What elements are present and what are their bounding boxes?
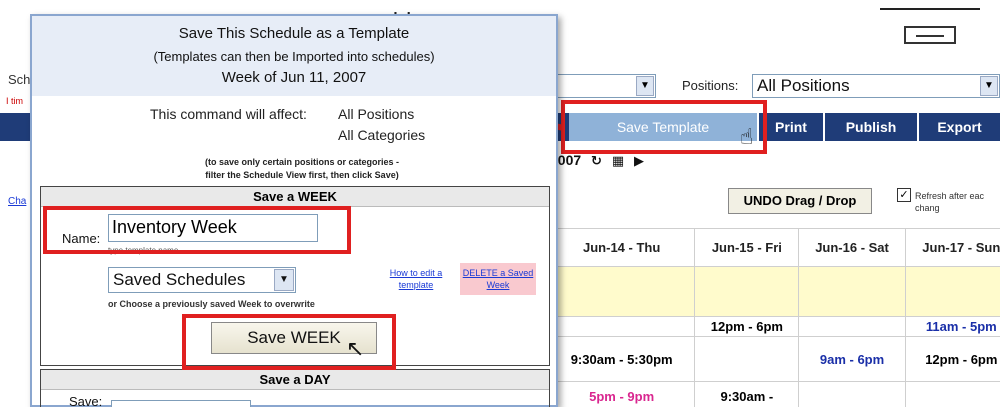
grid-cell[interactable] <box>904 266 1000 317</box>
affect-label: This command will affect: <box>150 106 307 122</box>
grid-cell[interactable] <box>798 266 906 317</box>
column-header: Jun-16 - Sat <box>798 228 906 267</box>
affect-positions: All Positions <box>338 106 415 122</box>
highlight-box <box>43 206 351 254</box>
shift-cell[interactable]: 9:30am - <box>694 381 800 407</box>
positions-select[interactable]: All Positions ▼ <box>752 74 1000 98</box>
grid-cell[interactable] <box>694 266 800 317</box>
grid-cell[interactable] <box>547 266 696 317</box>
dialog-week-of: Week of Jun 11, 2007 <box>221 69 367 86</box>
shift-cell[interactable]: 9:30am - 5:30pm <box>547 336 696 382</box>
schedule-grid: Jun-14 - Thu Jun-15 - Fri Jun-16 - Sat J… <box>547 228 1000 407</box>
date-navigation: 2007 ↻ ▦ ▶ <box>550 152 644 169</box>
saved-schedules-value: Saved Schedules <box>113 270 246 289</box>
top-border-line <box>880 8 980 10</box>
saved-schedules-select[interactable]: Saved Schedules ▼ <box>108 267 296 293</box>
save-day-label: Save: <box>69 394 103 407</box>
undo-drag-drop-button[interactable]: UNDO Drag / Drop <box>728 188 872 214</box>
shift-cell[interactable] <box>547 316 696 337</box>
save-day-select[interactable] <box>111 400 251 407</box>
column-header: Jun-15 - Fri <box>694 228 800 267</box>
highlight-box <box>561 100 767 154</box>
shift-cell[interactable] <box>904 381 1000 407</box>
chevron-down-icon: ▼ <box>274 269 294 291</box>
schedule-label-stub: Sch <box>8 72 31 87</box>
shift-cell[interactable] <box>694 336 800 382</box>
shift-cell[interactable]: 12pm - 6pm <box>694 316 800 337</box>
dialog-title: Save This Schedule as a Template <box>178 25 410 42</box>
affect-categories: All Categories <box>338 127 426 143</box>
dialog-subtitle: (Templates can then be Imported into sch… <box>153 49 435 64</box>
how-to-edit-link[interactable]: How to edit a template <box>384 267 448 291</box>
delete-saved-week-link[interactable]: DELETE a Saved Week <box>460 263 536 295</box>
shift-cell[interactable]: 5pm - 9pm <box>547 381 696 407</box>
positions-select-value: All Positions <box>757 76 850 95</box>
arrow-cursor-icon: ↖ <box>346 336 365 361</box>
filter-note-line: (to save only certain positions or categ… <box>204 157 400 167</box>
document-icon[interactable] <box>904 26 956 44</box>
column-header: Jun-17 - Sun <box>904 228 1000 267</box>
filter-note: (to save only certain positions or categ… <box>92 156 512 182</box>
column-header: Jun-14 - Thu <box>547 228 696 267</box>
refresh-checkbox-label: Refresh after eac chang <box>915 191 985 213</box>
positions-label: Positions: <box>682 78 739 93</box>
warning-stub: I tim <box>6 96 23 106</box>
save-week-heading: Save a WEEK <box>41 187 549 207</box>
shift-cell[interactable]: 12pm - 6pm <box>904 336 1000 382</box>
calendar-icon[interactable]: ▦ <box>612 153 624 169</box>
dialog-header: Save This Schedule as a Template (Templa… <box>32 16 556 96</box>
publish-button[interactable]: Publish <box>823 113 917 141</box>
schedule-select[interactable]: ▼ <box>556 74 656 98</box>
shift-cell[interactable] <box>798 381 906 407</box>
change-link-stub[interactable]: Cha <box>8 196 26 207</box>
refresh-checkbox[interactable]: ✓ <box>897 188 911 202</box>
saved-select-hint: or Choose a previously saved Week to ove… <box>108 299 315 309</box>
hand-cursor-icon: ☝ <box>740 124 754 149</box>
shift-cell[interactable] <box>798 316 906 337</box>
chevron-down-icon: ▼ <box>636 76 654 96</box>
filter-note-line: filter the Schedule View first, then cli… <box>205 170 399 180</box>
refresh-icon[interactable]: ↻ <box>591 153 602 169</box>
next-arrow-icon[interactable]: ▶ <box>634 153 644 169</box>
export-button[interactable]: Export <box>917 113 1000 141</box>
chevron-down-icon: ▼ <box>980 76 998 96</box>
save-day-section: Save a DAY Save: <box>40 369 550 407</box>
save-day-heading: Save a DAY <box>41 370 549 390</box>
shift-cell[interactable]: 11am - 5pm <box>904 316 1000 337</box>
shift-cell[interactable]: 9am - 6pm <box>798 336 906 382</box>
